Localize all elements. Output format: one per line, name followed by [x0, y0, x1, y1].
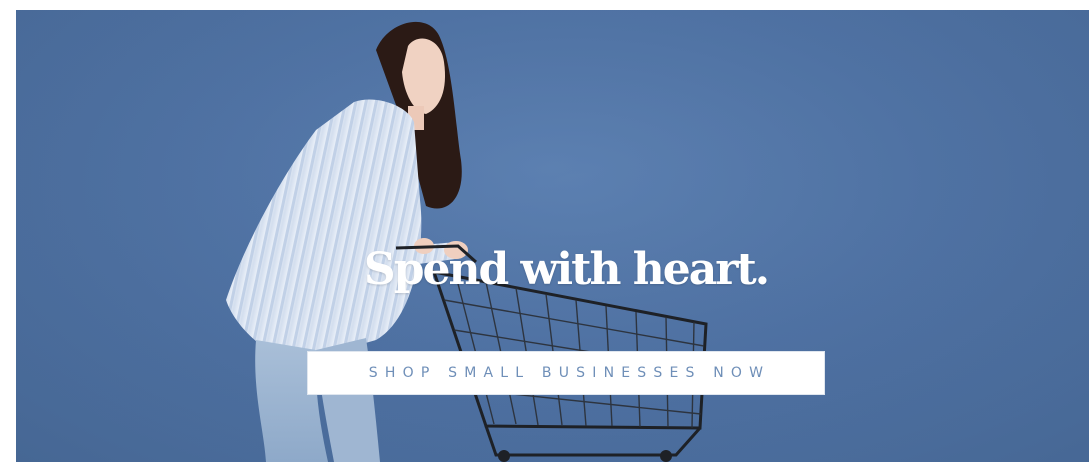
hero-headline: Spend with heart. [363, 244, 770, 295]
hero-banner: Spend with heart. SHOP SMALL BUSINESSES … [16, 10, 1089, 462]
shop-small-businesses-button[interactable]: SHOP SMALL BUSINESSES NOW [307, 351, 825, 395]
